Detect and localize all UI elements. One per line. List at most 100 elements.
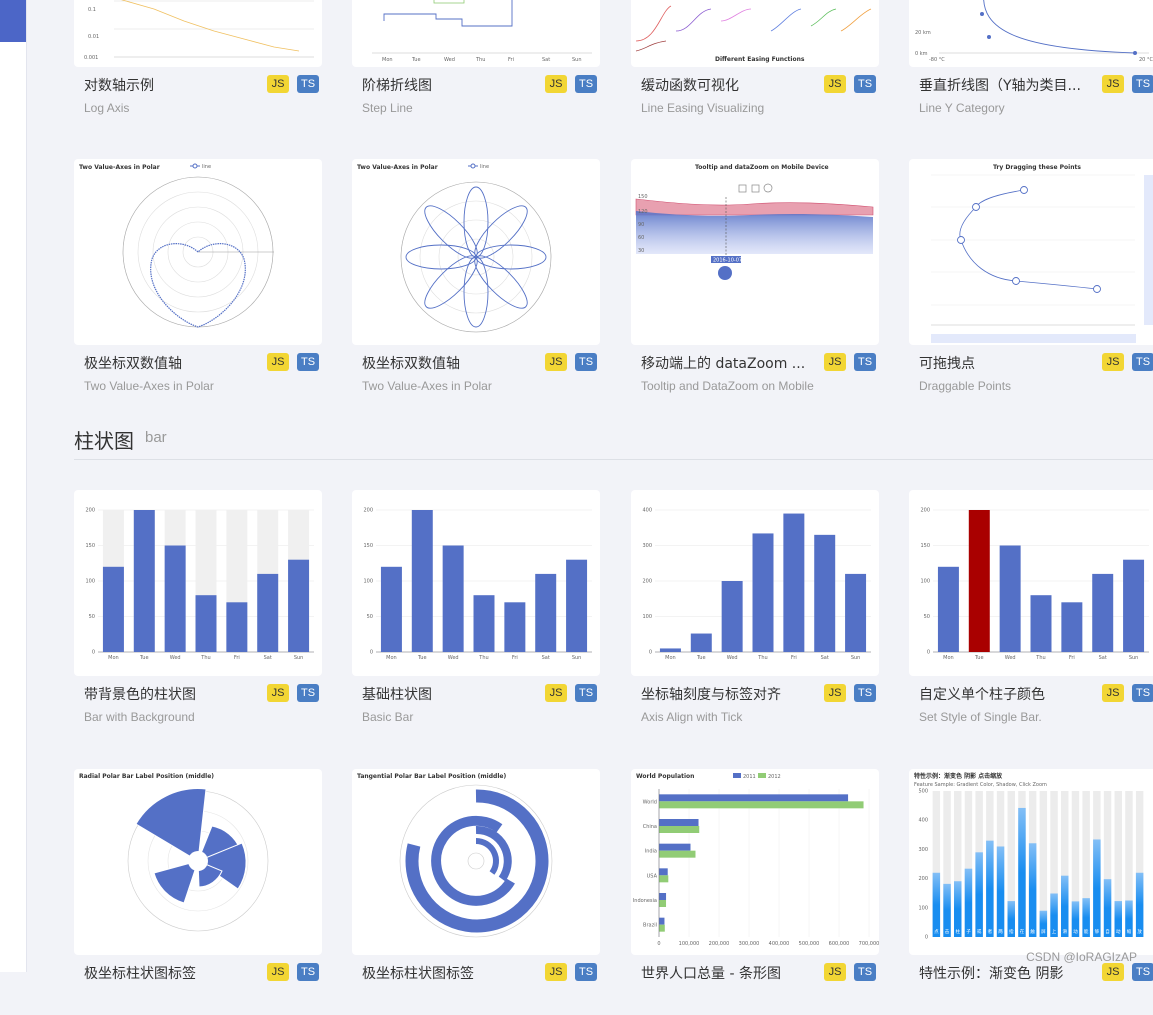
js-badge[interactable]: JS: [267, 75, 289, 93]
card-title[interactable]: 坐标轴刻度与标签对齐: [641, 684, 781, 704]
chart-card-basic-bar[interactable]: 0 50 100 150 200 Mon Tue Wed Thu Fri Sat Sun 基础柱状图 …: [352, 490, 600, 736]
easing-preview: Different Easing Functions: [635, 5, 872, 63]
sidebar-active-marker[interactable]: [0, 0, 26, 42]
chart-card-bar-background[interactable]: 0 50 100 150 200 Mon Tue Wed Thu Fri Sat Sun 带背景色的柱…: [74, 490, 322, 736]
js-badge[interactable]: JS: [267, 684, 289, 702]
card-title[interactable]: 自定义单个柱子颜色: [919, 684, 1045, 704]
card-thumbnail[interactable]: Two Value-Axes in Polar line: [74, 159, 322, 345]
card-thumbnail[interactable]: World Population 2011 2012 0 100,000 200,0…: [631, 769, 879, 955]
card-title[interactable]: 世界人口总量 - 条形图: [641, 963, 781, 983]
js-badge[interactable]: JS: [1102, 963, 1124, 981]
card-title[interactable]: 对数轴示例: [84, 75, 154, 95]
card-thumbnail[interactable]: Two Value-Axes in Polar line: [352, 159, 600, 345]
ts-badge[interactable]: TS: [575, 353, 597, 371]
card-thumbnail[interactable]: Different Easing Functions: [631, 0, 879, 67]
legend-swatch-2012[interactable]: [758, 773, 766, 778]
ts-badge[interactable]: TS: [1132, 963, 1153, 981]
ts-badge[interactable]: TS: [297, 75, 319, 93]
js-badge[interactable]: JS: [1102, 353, 1124, 371]
card-thumbnail[interactable]: 0.1 0.01 0.001: [74, 0, 322, 67]
card-thumbnail[interactable]: 0 50 100 150 200 Mon Tue Wed Thu Fri Sat Sun: [74, 490, 322, 676]
y-tick-label: USA: [647, 873, 658, 879]
chart-card-world-population[interactable]: World Population 2011 2012 0 100,000 200,0…: [631, 769, 879, 1015]
chart-card-polar-heart[interactable]: Two Value-Axes in Polar line 极坐标双数值轴 Two…: [74, 159, 322, 405]
chart-card-radial-polar-bar[interactable]: Radial Polar Bar Label Position (middle)…: [74, 769, 322, 1015]
y-tick-label: 0: [925, 935, 928, 941]
ts-badge[interactable]: TS: [297, 684, 319, 702]
datazoom-handle[interactable]: [718, 266, 732, 280]
card-thumbnail[interactable]: 0 100 200 300 400 Mon Tue Wed Thu Fri Sat Sun: [631, 490, 879, 676]
card-title[interactable]: 极坐标柱状图标签: [84, 963, 196, 983]
js-badge[interactable]: JS: [824, 963, 846, 981]
ts-badge[interactable]: TS: [575, 684, 597, 702]
legend-swatch-2011[interactable]: [733, 773, 741, 778]
chart-card-single-bar-style[interactable]: 0 50 100 150 200 Mon Tue Wed Thu Fri Sat Sun 自定义单个柱…: [909, 490, 1153, 736]
chart-card-tangential-polar-bar[interactable]: Tangential Polar Bar Label Position (mid…: [352, 769, 600, 1015]
ts-badge[interactable]: TS: [854, 353, 876, 371]
drag-points[interactable]: [957, 186, 1101, 293]
svg-text:120: 120: [638, 209, 648, 215]
js-badge[interactable]: JS: [824, 75, 846, 93]
ts-badge[interactable]: TS: [1132, 75, 1153, 93]
js-badge[interactable]: JS: [267, 963, 289, 981]
ts-badge[interactable]: TS: [854, 963, 876, 981]
y-tick-label: China: [643, 824, 657, 830]
bar-fri: [226, 602, 248, 652]
chart-card-draggable-points[interactable]: Try Dragging these Points 可拖拽点 Draggable…: [909, 159, 1153, 405]
x-tick-label: Tue: [417, 655, 427, 661]
js-badge[interactable]: JS: [545, 75, 567, 93]
card-thumbnail[interactable]: 20 km 0 km -80 °C 20 °C: [909, 0, 1153, 67]
card-title[interactable]: 基础柱状图: [362, 684, 432, 704]
chart-card-feature-gradient[interactable]: 特性示例：渐变色 阴影 点击缩放 Feature Sample: Gradien…: [909, 769, 1153, 1015]
card-thumbnail[interactable]: 0 50 100 150 200 Mon Tue Wed Thu Fri Sat Sun: [909, 490, 1153, 676]
ts-badge[interactable]: TS: [1132, 684, 1153, 702]
card-title[interactable]: 垂直折线图（Y轴为类目...: [919, 75, 1081, 95]
ts-badge[interactable]: TS: [575, 963, 597, 981]
card-title[interactable]: 特性示例：渐变色 阴影: [919, 963, 1063, 983]
x-tick-label: Thu: [200, 655, 210, 661]
card-thumbnail[interactable]: 0 50 100 150 200 Mon Tue Wed Thu Fri Sat Sun: [352, 490, 600, 676]
ts-badge[interactable]: TS: [575, 75, 597, 93]
js-badge[interactable]: JS: [545, 684, 567, 702]
js-badge[interactable]: JS: [267, 353, 289, 371]
card-thumbnail[interactable]: Radial Polar Bar Label Position (middle): [74, 769, 322, 955]
card-title[interactable]: 阶梯折线图: [362, 75, 432, 95]
js-badge[interactable]: JS: [545, 353, 567, 371]
x-tick-label: Fri: [791, 655, 797, 661]
js-badge[interactable]: JS: [1102, 684, 1124, 702]
chart-card-mobile-datazoom[interactable]: Tooltip and dataZoom on Mobile Device 20…: [631, 159, 879, 405]
ts-badge[interactable]: TS: [1132, 353, 1153, 371]
card-title[interactable]: 缓动函数可视化: [641, 75, 739, 95]
ts-badge[interactable]: TS: [854, 75, 876, 93]
card-thumbnail[interactable]: Tangential Polar Bar Label Position (mid…: [352, 769, 600, 955]
card-thumbnail[interactable]: Try Dragging these Points: [909, 159, 1153, 345]
js-badge[interactable]: JS: [1102, 75, 1124, 93]
ts-badge[interactable]: TS: [854, 684, 876, 702]
card-thumbnail[interactable]: 特性示例：渐变色 阴影 点击缩放 Feature Sample: Gradien…: [909, 769, 1153, 955]
card-title[interactable]: 移动端上的 dataZoom ...: [641, 353, 805, 373]
chart-card-log-axis[interactable]: 0.1 0.01 0.001 对数轴示例 Log Axis JS TS: [74, 0, 322, 127]
js-badge[interactable]: JS: [545, 963, 567, 981]
chart-card-axis-align-tick[interactable]: 0 100 200 300 400 Mon Tue Wed Thu Fri Sat Sun 坐标轴刻度…: [631, 490, 879, 736]
card-thumbnail[interactable]: Tooltip and dataZoom on Mobile Device 20…: [631, 159, 879, 345]
js-badge[interactable]: JS: [824, 684, 846, 702]
js-badge[interactable]: JS: [824, 353, 846, 371]
legend-2012[interactable]: 2012: [768, 774, 781, 780]
chart-card-line-y-category[interactable]: 20 km 0 km -80 °C 20 °C 垂直折线图（Y轴为类目... Line…: [909, 0, 1153, 127]
card-title[interactable]: 极坐标柱状图标签: [362, 963, 474, 983]
bar-tue: [690, 633, 712, 652]
card-thumbnail[interactable]: Mon Tue Wed Thu Fri Sat Sun: [352, 0, 600, 67]
ts-badge[interactable]: TS: [297, 353, 319, 371]
chart-card-polar-flower[interactable]: Two Value-Axes in Polar line 极坐标双数值轴 Two…: [352, 159, 600, 405]
svg-text:0 km: 0 km: [915, 51, 928, 57]
card-title[interactable]: 极坐标双数值轴: [362, 353, 460, 373]
chart-card-step-line[interactable]: Mon Tue Wed Thu Fri Sat Sun 阶梯折线图 Step Line JS…: [352, 0, 600, 127]
x-tick-label: Mon: [665, 655, 676, 661]
card-title[interactable]: 极坐标双数值轴: [84, 353, 182, 373]
card-title[interactable]: 可拖拽点: [919, 353, 975, 373]
chart-card-line-easing[interactable]: Different Easing Functions 缓动函数可视化 Line …: [631, 0, 879, 127]
legend-2011[interactable]: 2011: [743, 774, 756, 780]
ts-badge[interactable]: TS: [297, 963, 319, 981]
toolbox-icons[interactable]: [738, 183, 773, 193]
card-title[interactable]: 带背景色的柱状图: [84, 684, 196, 704]
